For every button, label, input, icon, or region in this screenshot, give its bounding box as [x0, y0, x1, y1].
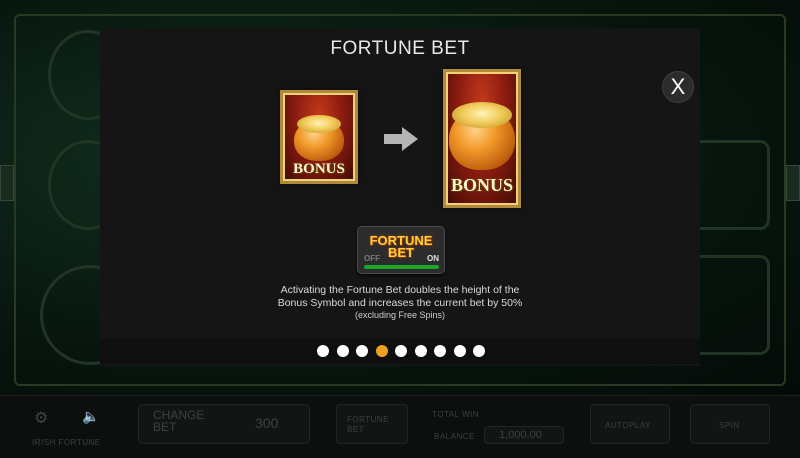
page-dot[interactable]: [414, 345, 427, 357]
fortune-bet-bar-label: FORTUNE BET: [347, 415, 390, 434]
modal-title: FORTUNE BET: [330, 38, 470, 59]
bet-value: 300: [255, 415, 279, 431]
sound-icon[interactable]: 🔈: [82, 408, 99, 425]
bottom-control-bar: ⚙ 🔈 IRISH FORTUNE CHANGE BET 300 FORTUNE…: [0, 395, 800, 458]
description-line-1: Activating the Fortune Bet doubles the h…: [280, 284, 520, 296]
balance-label: BALANCE: [434, 432, 475, 441]
bonus-symbol-large: BONUS: [443, 69, 521, 208]
change-bet-label: CHANGE BET: [153, 408, 205, 434]
page-dot[interactable]: [395, 345, 407, 357]
pagination: [100, 338, 700, 364]
description-line-3: (excluding Free Spins): [354, 310, 446, 320]
page-dot[interactable]: [375, 345, 388, 357]
bonus-label-small: BONUS: [293, 161, 345, 177]
page-dot[interactable]: [473, 345, 485, 357]
fortune-bet-toggle[interactable]: FORTUNE BET OFF ON: [357, 226, 445, 274]
fortune-bet-modal: FORTUNE BET X BONUS BONUS FORTUNE BET OF…: [100, 28, 700, 366]
background-symbol: [690, 255, 770, 355]
total-win-label: TOTAL WIN: [432, 410, 480, 419]
spin-button[interactable]: SPIN: [690, 404, 770, 444]
autoplay-button[interactable]: AUTOPLAY: [590, 404, 670, 444]
page-dot[interactable]: [453, 345, 466, 357]
bonus-label-large: BONUS: [450, 175, 513, 195]
gold-coins-icon: [452, 102, 512, 128]
toggle-off-label: OFF: [364, 254, 380, 263]
description-line-2: Bonus Symbol and increases the current b…: [277, 297, 523, 309]
page-dot[interactable]: [317, 345, 329, 357]
right-side-tab[interactable]: [786, 165, 800, 201]
close-button[interactable]: X: [662, 71, 694, 103]
toggle-on-indicator: [364, 265, 439, 269]
spin-label: SPIN: [719, 421, 740, 430]
background-symbol: [690, 140, 770, 230]
arrow-right-icon: [384, 127, 418, 151]
game-name: IRISH FORTUNE: [32, 438, 101, 447]
fortune-bet-button[interactable]: FORTUNE BET: [336, 404, 408, 444]
autoplay-label: AUTOPLAY: [605, 421, 651, 430]
bonus-symbol-small: BONUS: [280, 90, 358, 184]
settings-icon[interactable]: ⚙: [34, 408, 48, 428]
toggle-on-label: ON: [427, 254, 439, 263]
page-dot[interactable]: [336, 345, 349, 357]
left-side-tab[interactable]: [0, 165, 14, 201]
balance-value: 1,000.00: [499, 429, 542, 441]
change-bet-button[interactable]: CHANGE BET 300: [138, 404, 310, 444]
gold-coins-icon: [297, 115, 341, 133]
page-dot[interactable]: [356, 345, 368, 357]
page-dot[interactable]: [434, 345, 446, 357]
balance-display: 1,000.00: [484, 426, 564, 444]
